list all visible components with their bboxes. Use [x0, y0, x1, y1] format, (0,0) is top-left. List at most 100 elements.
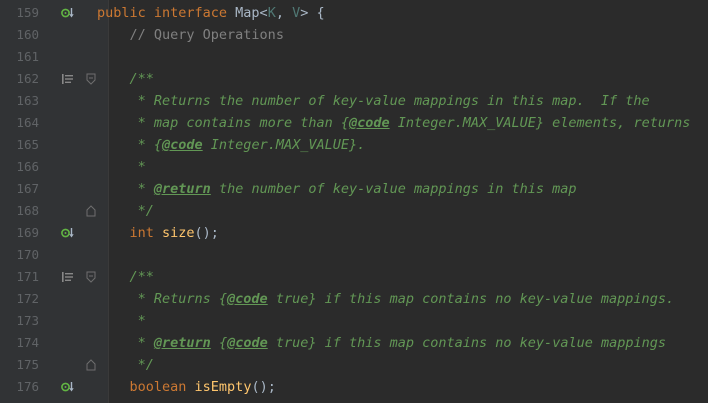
line-number[interactable]: 159 [0, 2, 39, 24]
code-token: isEmpty [194, 379, 252, 395]
code-text[interactable]: */ [97, 354, 154, 376]
line-number[interactable]: 160 [0, 24, 39, 46]
code-text[interactable]: * [97, 310, 146, 332]
code-token: * [137, 181, 154, 197]
fold-toggle-icon[interactable] [86, 200, 96, 222]
code-token: the number of key-value mappings in this… [210, 181, 577, 197]
code-token: > { [300, 5, 325, 21]
code-text[interactable]: // Query Operations [97, 24, 284, 46]
code-token: @code [227, 335, 268, 351]
code-token: Integer.MAX_VALUE} elements, returns [389, 115, 691, 131]
code-token: (); [251, 379, 276, 395]
code-token: @code [348, 115, 390, 131]
code-token: */ [137, 203, 154, 219]
code-text[interactable]: * [97, 156, 146, 178]
code-token: */ [137, 357, 154, 373]
fold-toggle-icon[interactable] [86, 354, 96, 376]
implemented-method-icon[interactable] [61, 222, 75, 244]
line-number[interactable]: 173 [0, 310, 39, 332]
code-text[interactable]: int size(); [97, 222, 219, 244]
code-token: @return [153, 335, 211, 351]
line-number[interactable]: 169 [0, 222, 39, 244]
code-text[interactable]: * {@code Integer.MAX_VALUE}. [97, 134, 366, 156]
code-token: boolean [129, 379, 195, 395]
fold-toggle-icon[interactable] [86, 266, 96, 288]
code-line-174[interactable]: 174 * @return {@code true} if this map c… [0, 332, 708, 354]
line-number[interactable]: 175 [0, 354, 39, 376]
code-line-167[interactable]: 167 * @return the number of key-value ma… [0, 178, 708, 200]
rendered-doc-icon[interactable] [61, 266, 75, 288]
code-token: { [210, 335, 228, 351]
code-token: V [292, 5, 301, 21]
code-token: Map< [235, 5, 268, 21]
code-line-170[interactable]: 170 [0, 244, 708, 266]
line-number[interactable]: 162 [0, 68, 39, 90]
code-line-172[interactable]: 172 * Returns {@code true} if this map c… [0, 288, 708, 310]
line-number[interactable]: 172 [0, 288, 39, 310]
code-token: , [275, 5, 293, 21]
line-number[interactable]: 166 [0, 156, 39, 178]
code-line-165[interactable]: 165 * {@code Integer.MAX_VALUE}. [0, 134, 708, 156]
code-text[interactable]: * @return the number of key-value mappin… [97, 178, 577, 200]
code-editor[interactable]: 159 public interface Map<K, V> {160 // Q… [0, 0, 708, 403]
code-token: * Returns { [137, 291, 228, 307]
code-line-171[interactable]: 171 /** [0, 266, 708, 288]
code-text[interactable]: * Returns {@code true} if this map conta… [97, 288, 674, 310]
code-text[interactable]: public interface Map<K, V> { [97, 2, 325, 24]
line-number[interactable]: 164 [0, 112, 39, 134]
code-token: @code [227, 291, 268, 307]
code-token: * [137, 335, 154, 351]
code-token: true} if this map contains no key-value … [267, 291, 675, 307]
code-token: * [137, 159, 146, 175]
code-token: K [267, 5, 276, 21]
code-token: @return [153, 181, 211, 197]
code-token: Integer.MAX_VALUE}. [202, 137, 366, 153]
fold-toggle-icon[interactable] [86, 68, 96, 90]
code-token: int [129, 225, 163, 241]
code-token: * Returns the number of key-value mappin… [137, 93, 650, 109]
code-token: size [162, 225, 195, 241]
code-line-161[interactable]: 161 [0, 46, 708, 68]
code-token: * map contains more than { [137, 115, 349, 131]
line-number[interactable]: 163 [0, 90, 39, 112]
line-number[interactable]: 170 [0, 244, 39, 266]
code-line-169[interactable]: 169 int size(); [0, 222, 708, 244]
line-number[interactable]: 174 [0, 332, 39, 354]
code-line-160[interactable]: 160 // Query Operations [0, 24, 708, 46]
rendered-doc-icon[interactable] [61, 68, 75, 90]
code-text[interactable]: /** [97, 266, 154, 288]
line-number[interactable]: 165 [0, 134, 39, 156]
code-text[interactable]: /** [97, 68, 154, 90]
code-token: public interface [97, 5, 236, 21]
code-token: @code [162, 137, 203, 153]
code-token: /** [129, 71, 154, 87]
code-text[interactable]: * map contains more than {@code Integer.… [97, 112, 691, 134]
line-number[interactable]: 176 [0, 376, 39, 398]
line-number[interactable]: 167 [0, 178, 39, 200]
implemented-method-icon[interactable] [61, 2, 75, 24]
code-text[interactable]: boolean isEmpty(); [97, 376, 276, 398]
code-line-168[interactable]: 168 */ [0, 200, 708, 222]
code-line-166[interactable]: 166 * [0, 156, 708, 178]
code-line-175[interactable]: 175 */ [0, 354, 708, 376]
code-text[interactable]: * @return {@code true} if this map conta… [97, 332, 666, 354]
code-text[interactable]: */ [97, 200, 154, 222]
code-token: * { [137, 137, 163, 153]
line-number[interactable]: 168 [0, 200, 39, 222]
code-token: * [137, 313, 146, 329]
code-line-176[interactable]: 176 boolean isEmpty(); [0, 376, 708, 398]
code-token: // Query Operations [129, 27, 284, 43]
code-line-162[interactable]: 162 /** [0, 68, 708, 90]
code-token: (); [194, 225, 219, 241]
line-number[interactable]: 171 [0, 266, 39, 288]
implemented-method-icon[interactable] [61, 376, 75, 398]
code-token: /** [129, 269, 154, 285]
code-lines: 159 public interface Map<K, V> {160 // Q… [0, 2, 708, 398]
code-text[interactable]: * Returns the number of key-value mappin… [97, 90, 650, 112]
code-token: true} if this map contains no key-value … [267, 335, 666, 351]
line-number[interactable]: 161 [0, 46, 39, 68]
code-line-159[interactable]: 159 public interface Map<K, V> { [0, 2, 708, 24]
code-line-173[interactable]: 173 * [0, 310, 708, 332]
code-line-164[interactable]: 164 * map contains more than {@code Inte… [0, 112, 708, 134]
code-line-163[interactable]: 163 * Returns the number of key-value ma… [0, 90, 708, 112]
